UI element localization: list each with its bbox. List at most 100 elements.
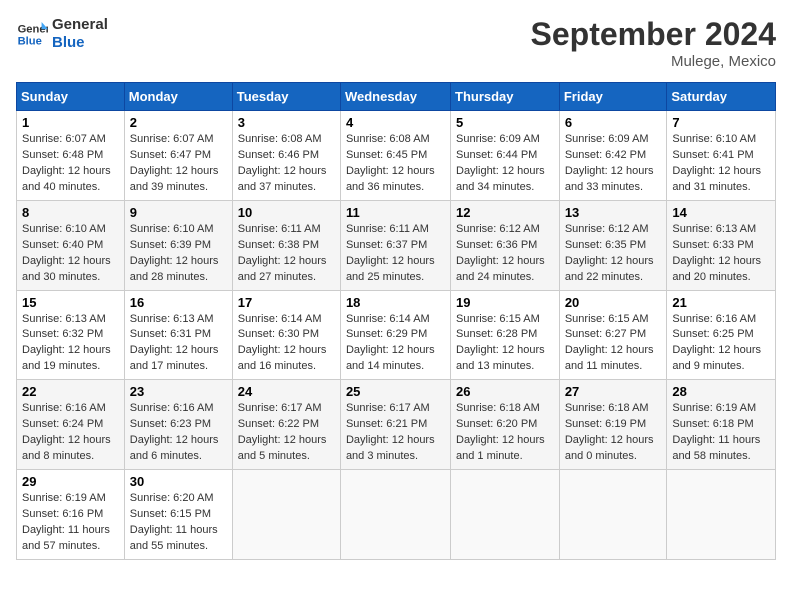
calendar-day-29: 29 Sunrise: 6:19 AMSunset: 6:16 PMDayligh… <box>17 470 125 560</box>
empty-day <box>340 470 450 560</box>
calendar-day-20: 20 Sunrise: 6:15 AMSunset: 6:27 PMDayligh… <box>559 290 667 380</box>
calendar-day-11: 11 Sunrise: 6:11 AMSunset: 6:37 PMDayligh… <box>340 200 450 290</box>
day-number: 13 <box>565 205 662 220</box>
empty-day <box>232 470 340 560</box>
day-info: Sunrise: 6:13 AMSunset: 6:31 PMDaylight:… <box>130 313 219 373</box>
empty-day <box>559 470 667 560</box>
day-number: 5 <box>456 115 554 130</box>
day-info: Sunrise: 6:08 AMSunset: 6:45 PMDaylight:… <box>346 133 435 193</box>
calendar-day-2: 2Sunrise: 6:07 AMSunset: 6:47 PMDaylight… <box>124 111 232 201</box>
day-info: Sunrise: 6:08 AMSunset: 6:46 PMDaylight:… <box>238 133 327 193</box>
day-info: Sunrise: 6:19 AMSunset: 6:16 PMDaylight:… <box>22 492 110 552</box>
calendar-title-block: September 2024 Mulege, Mexico <box>531 16 776 70</box>
day-info: Sunrise: 6:14 AMSunset: 6:30 PMDaylight:… <box>238 313 327 373</box>
calendar-day-9: 9Sunrise: 6:10 AMSunset: 6:39 PMDaylight… <box>124 200 232 290</box>
svg-text:Blue: Blue <box>18 35 42 47</box>
day-header-tuesday: Tuesday <box>232 83 340 111</box>
day-number: 24 <box>238 384 335 399</box>
day-info: Sunrise: 6:16 AMSunset: 6:25 PMDaylight:… <box>672 313 761 373</box>
day-number: 12 <box>456 205 554 220</box>
day-number: 11 <box>346 205 445 220</box>
day-number: 18 <box>346 295 445 310</box>
calendar-day-26: 26Sunrise: 6:18 AMSunset: 6:20 PMDayligh… <box>451 380 560 470</box>
day-header-sunday: Sunday <box>17 83 125 111</box>
calendar-day-17: 17 Sunrise: 6:14 AMSunset: 6:30 PMDayligh… <box>232 290 340 380</box>
day-header-monday: Monday <box>124 83 232 111</box>
day-header-friday: Friday <box>559 83 667 111</box>
calendar-table: SundayMondayTuesdayWednesdayThursdayFrid… <box>16 82 776 560</box>
day-number: 6 <box>565 115 662 130</box>
day-info: Sunrise: 6:09 AMSunset: 6:42 PMDaylight:… <box>565 133 654 193</box>
calendar-day-24: 24 Sunrise: 6:17 AMSunset: 6:22 PMDayligh… <box>232 380 340 470</box>
location-subtitle: Mulege, Mexico <box>531 53 776 70</box>
day-number: 23 <box>130 384 227 399</box>
month-title: September 2024 <box>531 16 776 53</box>
day-info: Sunrise: 6:11 AMSunset: 6:38 PMDaylight:… <box>238 223 327 283</box>
day-info: Sunrise: 6:10 AMSunset: 6:41 PMDaylight:… <box>672 133 761 193</box>
day-number: 29 <box>22 474 119 489</box>
day-info: Sunrise: 6:16 AMSunset: 6:24 PMDaylight:… <box>22 402 111 462</box>
calendar-week-row: 29 Sunrise: 6:19 AMSunset: 6:16 PMDayligh… <box>17 470 776 560</box>
calendar-day-21: 21 Sunrise: 6:16 AMSunset: 6:25 PMDayligh… <box>667 290 776 380</box>
calendar-day-25: 25 Sunrise: 6:17 AMSunset: 6:21 PMDayligh… <box>340 380 450 470</box>
day-info: Sunrise: 6:19 AMSunset: 6:18 PMDaylight:… <box>672 402 760 462</box>
day-number: 25 <box>346 384 445 399</box>
calendar-day-6: 6 Sunrise: 6:09 AMSunset: 6:42 PMDaylight… <box>559 111 667 201</box>
calendar-day-15: 15 Sunrise: 6:13 AMSunset: 6:32 PMDayligh… <box>17 290 125 380</box>
empty-day <box>667 470 776 560</box>
calendar-week-row: 22 Sunrise: 6:16 AMSunset: 6:24 PMDayligh… <box>17 380 776 470</box>
empty-day <box>451 470 560 560</box>
calendar-day-12: 12 Sunrise: 6:12 AMSunset: 6:36 PMDayligh… <box>451 200 560 290</box>
calendar-day-13: 13Sunrise: 6:12 AMSunset: 6:35 PMDayligh… <box>559 200 667 290</box>
day-number: 17 <box>238 295 335 310</box>
day-info: Sunrise: 6:14 AMSunset: 6:29 PMDaylight:… <box>346 313 435 373</box>
page-header: General Blue General Blue September 2024… <box>16 16 776 70</box>
day-info: Sunrise: 6:18 AMSunset: 6:20 PMDaylight:… <box>456 402 545 462</box>
day-number: 28 <box>672 384 770 399</box>
day-info: Sunrise: 6:12 AMSunset: 6:36 PMDaylight:… <box>456 223 545 283</box>
day-info: Sunrise: 6:17 AMSunset: 6:22 PMDaylight:… <box>238 402 327 462</box>
day-number: 22 <box>22 384 119 399</box>
calendar-week-row: 15 Sunrise: 6:13 AMSunset: 6:32 PMDayligh… <box>17 290 776 380</box>
day-number: 3 <box>238 115 335 130</box>
day-number: 27 <box>565 384 662 399</box>
day-number: 10 <box>238 205 335 220</box>
day-info: Sunrise: 6:11 AMSunset: 6:37 PMDaylight:… <box>346 223 435 283</box>
day-number: 20 <box>565 295 662 310</box>
day-number: 30 <box>130 474 227 489</box>
day-number: 1 <box>22 115 119 130</box>
logo-text: General Blue <box>52 16 108 52</box>
calendar-day-16: 16 Sunrise: 6:13 AMSunset: 6:31 PMDayligh… <box>124 290 232 380</box>
day-header-thursday: Thursday <box>451 83 560 111</box>
calendar-day-4: 4 Sunrise: 6:08 AMSunset: 6:45 PMDaylight… <box>340 111 450 201</box>
day-info: Sunrise: 6:13 AMSunset: 6:32 PMDaylight:… <box>22 313 111 373</box>
calendar-day-30: 30 Sunrise: 6:20 AMSunset: 6:15 PMDayligh… <box>124 470 232 560</box>
logo: General Blue General Blue <box>16 16 108 52</box>
calendar-week-row: 1 Sunrise: 6:07 AMSunset: 6:48 PMDaylight… <box>17 111 776 201</box>
day-info: Sunrise: 6:07 AMSunset: 6:48 PMDaylight:… <box>22 133 111 193</box>
calendar-day-22: 22 Sunrise: 6:16 AMSunset: 6:24 PMDayligh… <box>17 380 125 470</box>
calendar-day-27: 27 Sunrise: 6:18 AMSunset: 6:19 PMDayligh… <box>559 380 667 470</box>
calendar-day-19: 19Sunrise: 6:15 AMSunset: 6:28 PMDayligh… <box>451 290 560 380</box>
calendar-day-14: 14Sunrise: 6:13 AMSunset: 6:33 PMDayligh… <box>667 200 776 290</box>
day-info: Sunrise: 6:18 AMSunset: 6:19 PMDaylight:… <box>565 402 654 462</box>
day-info: Sunrise: 6:10 AMSunset: 6:39 PMDaylight:… <box>130 223 219 283</box>
calendar-day-5: 5Sunrise: 6:09 AMSunset: 6:44 PMDaylight… <box>451 111 560 201</box>
calendar-day-18: 18 Sunrise: 6:14 AMSunset: 6:29 PMDayligh… <box>340 290 450 380</box>
day-info: Sunrise: 6:17 AMSunset: 6:21 PMDaylight:… <box>346 402 435 462</box>
day-info: Sunrise: 6:15 AMSunset: 6:27 PMDaylight:… <box>565 313 654 373</box>
day-info: Sunrise: 6:20 AMSunset: 6:15 PMDaylight:… <box>130 492 218 552</box>
day-number: 7 <box>672 115 770 130</box>
day-info: Sunrise: 6:13 AMSunset: 6:33 PMDaylight:… <box>672 223 761 283</box>
day-number: 21 <box>672 295 770 310</box>
calendar-day-1: 1 Sunrise: 6:07 AMSunset: 6:48 PMDaylight… <box>17 111 125 201</box>
calendar-day-8: 8Sunrise: 6:10 AMSunset: 6:40 PMDaylight… <box>17 200 125 290</box>
day-number: 15 <box>22 295 119 310</box>
day-info: Sunrise: 6:07 AMSunset: 6:47 PMDaylight:… <box>130 133 219 193</box>
day-info: Sunrise: 6:10 AMSunset: 6:40 PMDaylight:… <box>22 223 111 283</box>
logo-icon: General Blue <box>16 18 48 50</box>
day-header-row: SundayMondayTuesdayWednesdayThursdayFrid… <box>17 83 776 111</box>
day-number: 4 <box>346 115 445 130</box>
day-number: 16 <box>130 295 227 310</box>
day-info: Sunrise: 6:15 AMSunset: 6:28 PMDaylight:… <box>456 313 545 373</box>
